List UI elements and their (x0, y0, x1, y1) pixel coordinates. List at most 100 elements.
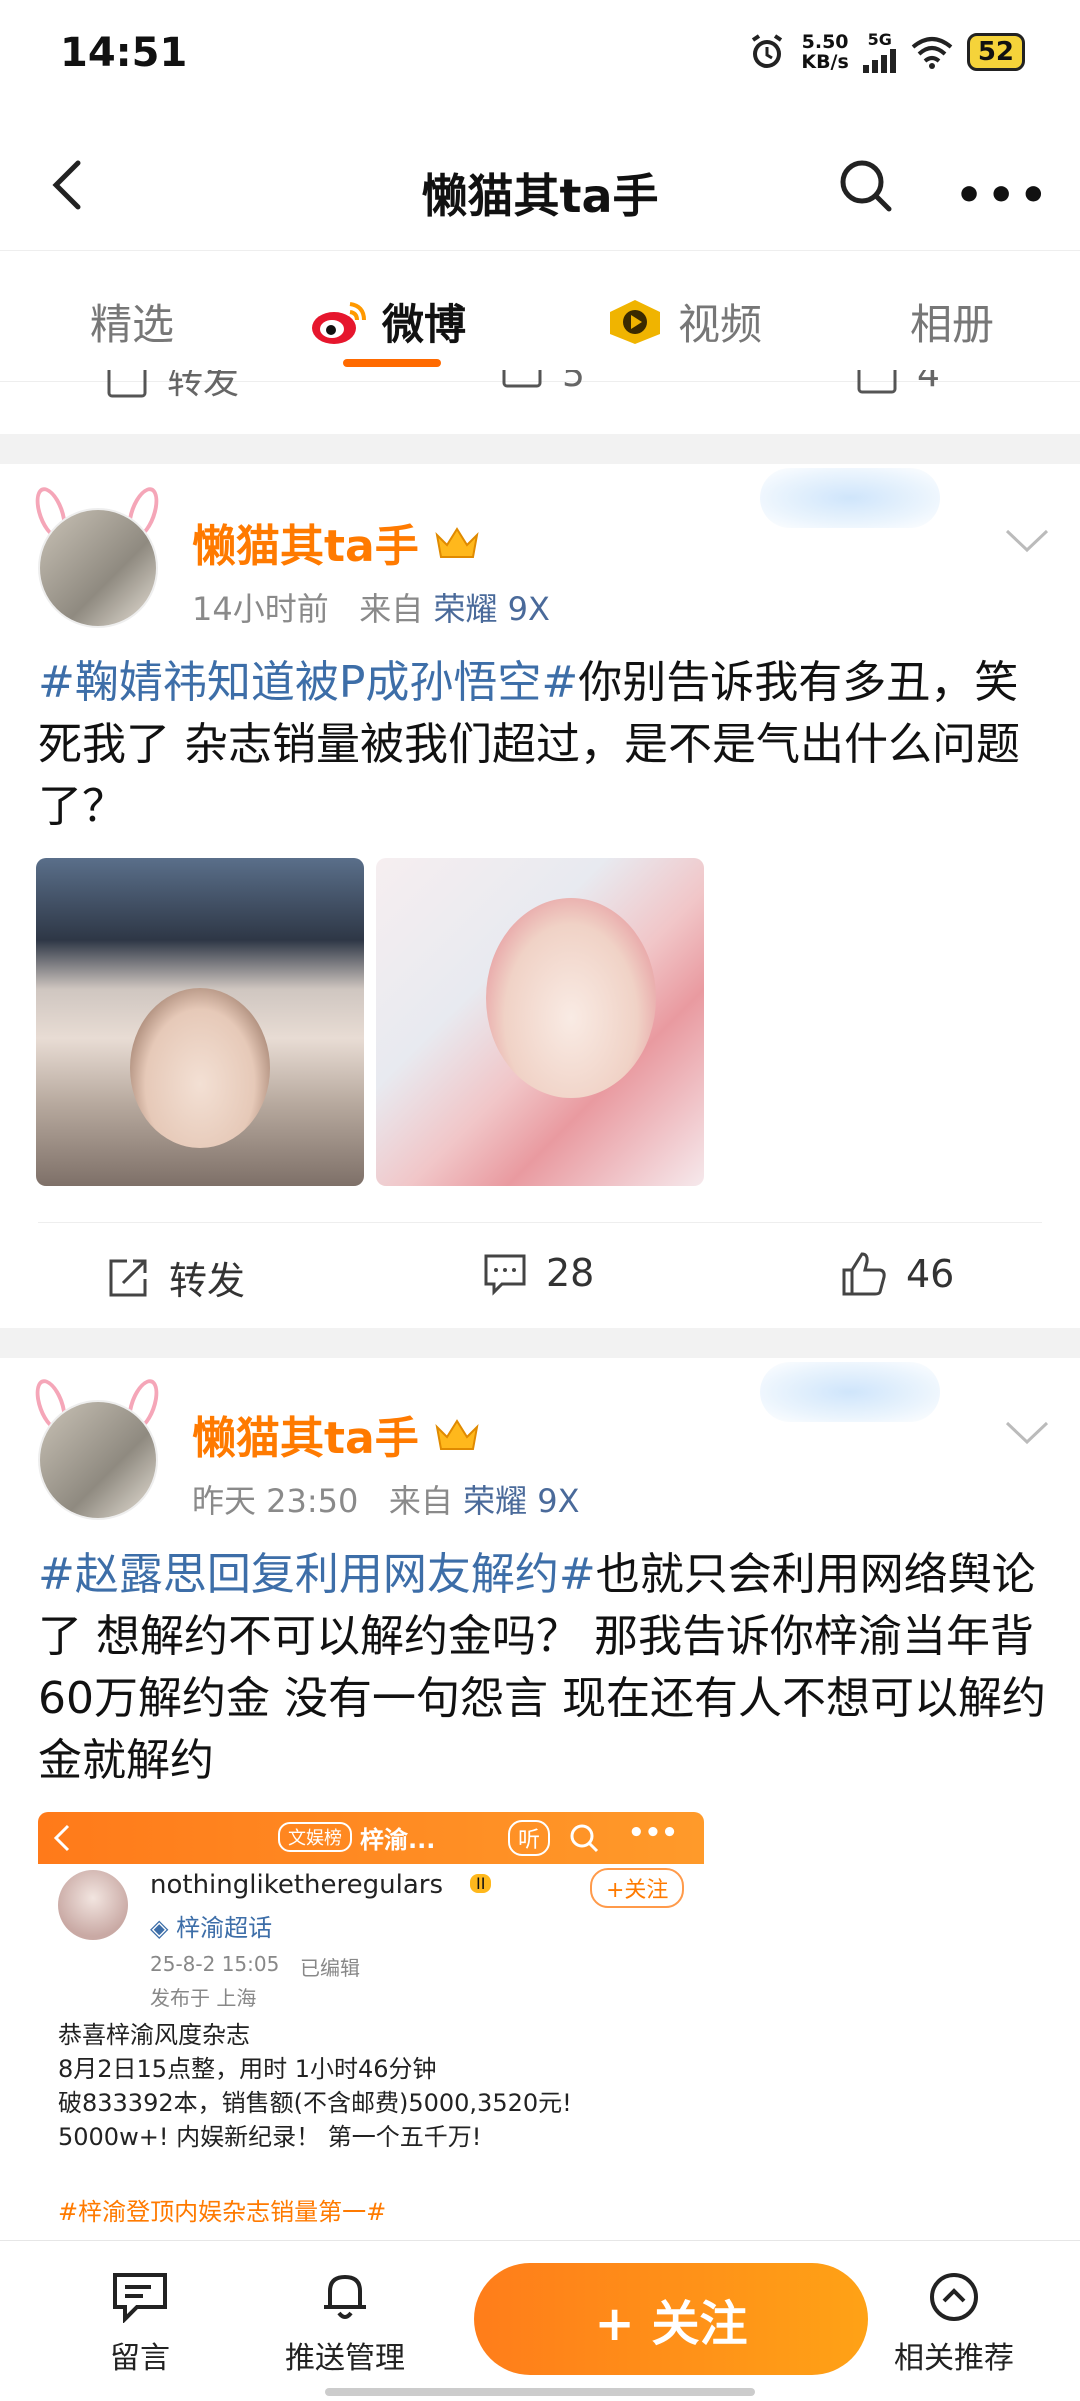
like-count: 46 (906, 1252, 955, 1296)
repost-label: 转发 (167, 370, 240, 402)
comment-tab-button[interactable]: 留言 (60, 2271, 220, 2377)
post-image[interactable] (36, 858, 364, 1186)
avatar[interactable] (38, 508, 158, 628)
embedded-hashtag: #梓渝登顶内娱杂志销量第一# (58, 2198, 387, 2226)
message-icon (113, 2273, 167, 2323)
comment-icon (502, 370, 542, 388)
embedded-badge: 文娱榜 (278, 1822, 352, 1852)
embedded-body: 恭喜梓渝风度杂志 8月2日15点整，用时 1小时46分钟 破833392本，销售… (58, 2018, 572, 2154)
more-icon: ••• (628, 1818, 678, 1848)
post-time: 昨天 23:50 (192, 1482, 359, 1520)
tab-featured[interactable]: 精选 (90, 291, 174, 352)
repost-icon (109, 1259, 147, 1296)
post-device: 荣耀 9X (433, 590, 550, 628)
repost-label: 转发 (169, 1259, 246, 1303)
embedded-date: 25-8-2 15:05 (150, 1952, 280, 1976)
topic-link[interactable]: #赵露思回复利用网友解约# (38, 1549, 596, 1600)
post-device: 荣耀 9X (463, 1482, 580, 1520)
like-button[interactable]: 46 (840, 1250, 954, 1298)
recommend-label: 相关推荐 (894, 2341, 1014, 2376)
tab-weibo[interactable]: 微博 (310, 291, 466, 352)
cloud-decoration (760, 468, 940, 528)
comment-count: 28 (546, 1251, 595, 1295)
supertopic-label: 梓渝超话 (176, 1914, 273, 1942)
crown-badge-icon (435, 527, 479, 558)
signal-icon (862, 49, 896, 73)
post-author: 懒猫其ta手 (192, 1402, 481, 1466)
push-management-button[interactable]: 推送管理 (265, 2271, 425, 2377)
tab-label: 视频 (678, 300, 763, 349)
profile-tabs: 精选 微博 视频 相册 (0, 250, 1080, 382)
repost-button[interactable]: 转发 (105, 370, 239, 402)
tab-label: 微博 (382, 300, 467, 349)
status-icons: 5.50 KB/s 5G 52 (747, 30, 1025, 73)
username[interactable]: 懒猫其ta手 (192, 510, 419, 574)
tab-video[interactable]: 视频 (606, 291, 762, 352)
home-indicator (325, 2388, 755, 2396)
post-text: #赵露思回复利用网友解约#也就只会利用网络舆论了 想解约不可以解约金吗？ 那我告… (38, 1544, 1048, 1792)
tab-album[interactable]: 相册 (910, 291, 994, 352)
wifi-icon (911, 36, 953, 69)
bell-icon (324, 2274, 366, 2319)
chevron-down-icon[interactable] (1004, 1420, 1050, 1446)
recommend-button[interactable]: 相关推荐 (874, 2271, 1034, 2377)
comment-button[interactable]: 5 (500, 370, 585, 396)
embedded-edited: 已编辑 (300, 1956, 360, 1980)
repost-icon (107, 370, 147, 398)
embedded-follow: +关注 (590, 1868, 685, 1908)
push-management-label: 推送管理 (285, 2341, 405, 2376)
crown-badge-icon (435, 1419, 479, 1450)
embedded-author: nothingliketheregulars (150, 1870, 443, 1900)
cloud-decoration (760, 1362, 940, 1422)
chevron-down-icon[interactable] (1004, 528, 1050, 554)
post-text: #鞠婧祎知道被P成孙悟空#你别告诉我有多丑，笑死我了 杂志销量被我们超过，是不是… (38, 652, 1048, 838)
top-nav: 懒猫其ta手 ••• (0, 110, 1080, 250)
post-time: 14小时前 (192, 590, 329, 628)
active-tab-indicator (343, 359, 441, 367)
follow-button[interactable]: + 关注 (474, 2263, 868, 2375)
comment-tab-label: 留言 (110, 2341, 170, 2376)
image-content (130, 988, 270, 1148)
more-icon[interactable]: ••• (955, 170, 1051, 221)
repost-button[interactable]: 转发 (105, 1250, 245, 1305)
avatar (58, 1870, 128, 1940)
tab-label: 相册 (910, 300, 995, 349)
comment-button[interactable]: 28 (482, 1250, 594, 1296)
status-time: 14:51 (60, 30, 188, 76)
source-prefix: 来自 (388, 1482, 453, 1520)
weibo-logo-icon (312, 301, 366, 344)
like-icon (857, 370, 897, 394)
embedded-title: 梓渝... (360, 1826, 436, 1854)
topic-link[interactable]: #鞠婧祎知道被P成孙悟空# (38, 657, 578, 708)
image-content (486, 898, 656, 1098)
status-bar: 14:51 5.50 KB/s 5G 52 (0, 0, 1080, 110)
network-speed: 5.50 KB/s (801, 32, 848, 72)
post-separator (0, 434, 1080, 464)
post-image[interactable] (376, 858, 704, 1186)
alarm-icon (752, 33, 783, 68)
username[interactable]: 懒猫其ta手 (192, 1402, 419, 1466)
battery-indicator: 52 (966, 32, 1025, 71)
search-icon[interactable] (835, 155, 895, 215)
previous-post-actions: 转发 5 4 (0, 370, 1080, 402)
source-prefix: 来自 (359, 590, 424, 628)
like-count: 4 (917, 370, 940, 395)
post-author: 懒猫其ta手 (192, 510, 481, 574)
comment-icon (484, 1254, 526, 1296)
like-button[interactable]: 4 (855, 370, 940, 396)
divider (38, 1222, 1042, 1223)
cellular-signal: 5G (862, 30, 897, 73)
post-separator (0, 1328, 1080, 1358)
avatar[interactable] (38, 1400, 158, 1520)
speed-value: 5.50 (801, 30, 849, 53)
search-icon (570, 1824, 599, 1853)
embedded-top-bar: 文娱榜 梓渝... 听 ••• (38, 1812, 704, 1864)
embedded-line: 恭喜梓渝风度杂志 (58, 2021, 250, 2049)
embedded-line: 8月2日15点整，用时 1小时46分钟 (58, 2055, 437, 2083)
post-actions: 转发 28 46 (0, 1240, 1080, 1320)
post-image[interactable]: 文娱榜 梓渝... 听 ••• nothingliketheregulars I… (38, 1812, 704, 2252)
embedded-line: 5000w+! 内娱新纪录！ 第一个五千万! (58, 2123, 482, 2151)
page-title: 懒猫其ta手 (421, 169, 659, 223)
tab-label: 精选 (90, 300, 175, 349)
comment-count: 5 (562, 370, 585, 395)
